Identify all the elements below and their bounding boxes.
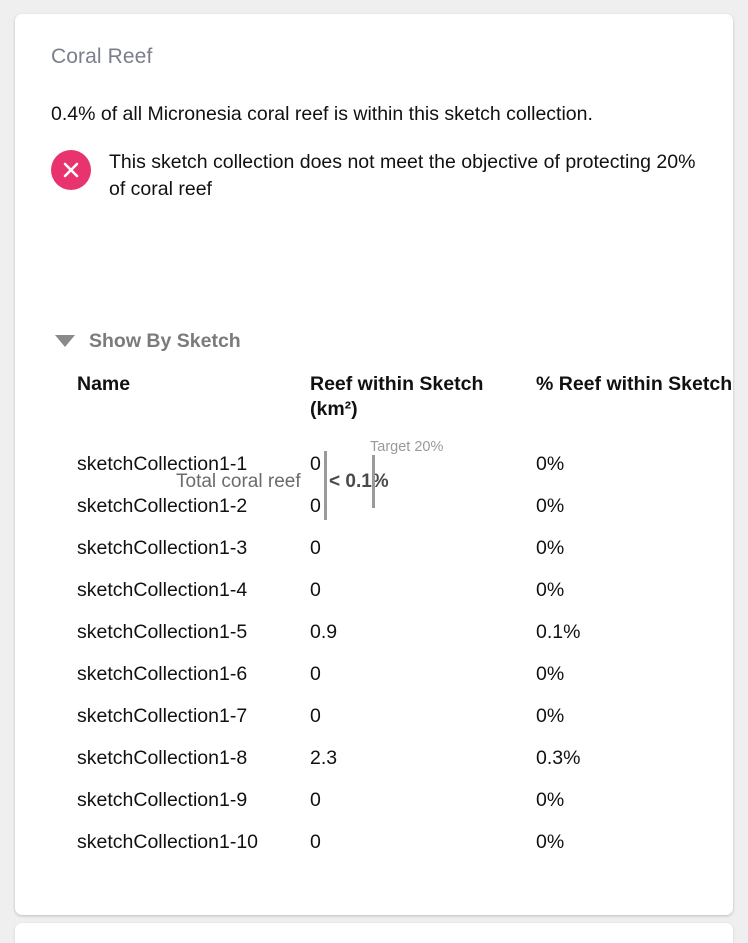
cell-reef-percent: 0.3%	[536, 747, 581, 769]
cell-sketch-name: sketchCollection1-7	[77, 705, 248, 727]
cell-sketch-name: sketchCollection1-8	[77, 747, 248, 769]
cell-reef-area: 0.9	[310, 621, 338, 643]
cell-sketch-name: sketchCollection1-3	[77, 537, 248, 559]
cell-reef-area: 0	[310, 705, 321, 727]
coral-reef-report-card: Coral Reef 0.4% of all Micronesia coral …	[15, 14, 733, 915]
table-row: sketchCollection1-7 0 0%	[77, 698, 733, 740]
cell-reef-area: 0	[310, 789, 321, 811]
cell-reef-percent: 0%	[536, 495, 565, 517]
cell-reef-percent: 0%	[536, 579, 565, 601]
chart-category-label: Total coral reef	[176, 471, 301, 492]
objective-status: This sketch collection does not meet the…	[51, 149, 709, 203]
cell-reef-percent: 0%	[536, 537, 565, 559]
chart-value-label: < 0.1%	[329, 471, 389, 492]
table-row: sketchCollection1-8 2.3 0.3%	[77, 740, 733, 782]
show-by-sketch-toggle[interactable]: Show By Sketch	[55, 329, 709, 353]
column-header-reef-percent[interactable]: % Reef within Sketch	[536, 372, 733, 446]
chart-target-label: Target 20%	[370, 439, 444, 455]
show-by-sketch-label: Show By Sketch	[89, 330, 241, 352]
page-title: Coral Reef	[51, 45, 153, 68]
cell-sketch-name: sketchCollection1-9	[77, 789, 248, 811]
next-report-card	[15, 923, 733, 943]
cell-sketch-name: sketchCollection1-5	[77, 621, 248, 643]
cell-reef-percent: 0%	[536, 831, 565, 853]
cell-sketch-name: sketchCollection1-10	[77, 831, 259, 853]
cell-reef-area: 0	[310, 537, 321, 559]
cell-reef-area: 0	[310, 495, 321, 517]
summary-text: 0.4% of all Micronesia coral reef is wit…	[51, 103, 593, 125]
column-header-reef-area[interactable]: Reef within Sketch (km²)	[310, 372, 536, 446]
cell-reef-area: 2.3	[310, 747, 338, 769]
cell-reef-percent: 0%	[536, 705, 565, 727]
column-header-name[interactable]: Name	[77, 372, 310, 446]
cell-reef-area: 0	[310, 831, 321, 853]
caret-down-icon	[55, 335, 75, 347]
cell-reef-percent: 0%	[536, 663, 565, 685]
cell-reef-percent: 0.1%	[536, 621, 581, 643]
table-row: sketchCollection1-5 0.9 0.1%	[77, 614, 733, 656]
cell-sketch-name: sketchCollection1-6	[77, 663, 248, 685]
chart-axis-line	[324, 451, 327, 520]
target-bar-chart: Total coral reef < 0.1% Target 20%	[37, 217, 709, 520]
cell-sketch-name: sketchCollection1-4	[77, 579, 248, 601]
table-body: sketchCollection1-1 0 0% sketchCollectio…	[77, 446, 733, 866]
objective-message: This sketch collection does not meet the…	[109, 151, 696, 200]
table-row: sketchCollection1-6 0 0%	[77, 656, 733, 698]
cell-sketch-name: sketchCollection1-2	[77, 495, 248, 517]
cell-reef-area: 0	[310, 579, 321, 601]
table-row: sketchCollection1-2 0 0%	[77, 488, 733, 530]
x-circle-icon	[51, 150, 91, 190]
table-row: sketchCollection1-10 0 0%	[77, 824, 733, 866]
cell-reef-percent: 0%	[536, 453, 565, 475]
table-row: sketchCollection1-9 0 0%	[77, 782, 733, 824]
cell-reef-percent: 0%	[536, 789, 565, 811]
page-root: Coral Reef 0.4% of all Micronesia coral …	[0, 0, 748, 943]
table-header-row: Name Reef within Sketch (km²) % Reef wit…	[77, 372, 733, 446]
table-row: sketchCollection1-4 0 0%	[77, 572, 733, 614]
table-row: sketchCollection1-3 0 0%	[77, 530, 733, 572]
chart-target-marker	[372, 455, 375, 508]
cell-reef-area: 0	[310, 663, 321, 685]
